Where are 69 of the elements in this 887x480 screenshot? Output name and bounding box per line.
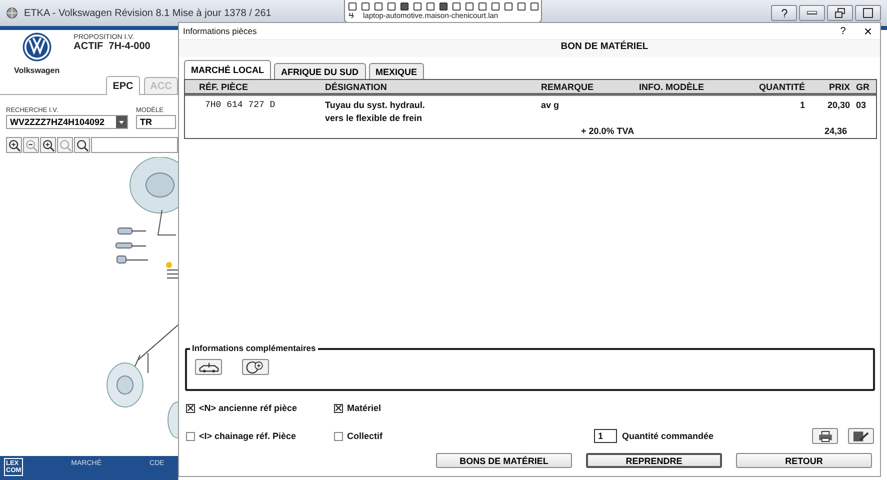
designation-cell-text: vers le flexible de frein xyxy=(325,112,424,125)
question-icon xyxy=(780,8,788,18)
quantity-label: Quantité commandée xyxy=(622,431,714,441)
tax-label: + 20.0% TVA xyxy=(580,125,636,138)
dialog-button[interactable]: RETOUR xyxy=(736,453,872,468)
market-tab[interactable]: AFRIQUE DU SUD xyxy=(274,63,366,79)
option-checkbox[interactable]: <N> ancienne réf pièce xyxy=(186,403,334,413)
checkbox[interactable] xyxy=(334,404,343,412)
maximize-button[interactable] xyxy=(855,5,881,21)
column-header: GR xyxy=(855,82,870,92)
dialog-heading: BON DE MATÉRIEL xyxy=(179,39,880,57)
checkbox[interactable] xyxy=(186,404,195,412)
zoom-out-icon xyxy=(24,138,38,152)
zoom-in-icon xyxy=(8,138,20,152)
designation-cell-text: Tuyau du syst. hydraul. xyxy=(325,99,426,112)
zoom-in-button[interactable] xyxy=(6,137,22,153)
column-header: DÉSIGNATION xyxy=(325,82,388,92)
restore-icon xyxy=(835,8,845,18)
car-info-button[interactable] xyxy=(195,359,222,375)
brand-name: Volkswagen xyxy=(14,66,60,75)
print-button[interactable] xyxy=(812,428,838,444)
column-header: PRIX xyxy=(828,82,850,92)
magnifier-icon xyxy=(76,138,88,152)
option-checkbox[interactable]: Collectif xyxy=(334,431,594,441)
zoom-window-icon xyxy=(58,138,72,152)
printer-icon xyxy=(818,430,832,442)
price-cell-text: 20,30 xyxy=(826,99,850,112)
catalog-tab[interactable]: EPC xyxy=(106,76,140,95)
restore-button[interactable] xyxy=(827,5,853,21)
column-header: QUANTITÉ xyxy=(758,82,805,92)
option-checkbox[interactable]: <I> chainage réf. Pièce xyxy=(186,431,334,441)
tax-price-cell-text: 24,36 xyxy=(823,125,847,138)
vin-dropdown[interactable]: WV2ZZZ7HZ4H104092 xyxy=(6,115,128,129)
checkbox[interactable] xyxy=(334,432,343,440)
minimize-button[interactable] xyxy=(799,5,825,21)
close-button[interactable]: × xyxy=(860,24,876,38)
part-number-cell-text: 7H0 614 727 D xyxy=(204,99,276,112)
quantity-field[interactable]: 1 xyxy=(594,429,617,443)
quantity-cell-text: 1 xyxy=(798,99,805,112)
globe-icon xyxy=(6,7,18,19)
magnifier-button[interactable] xyxy=(74,137,90,153)
edit-button[interactable] xyxy=(848,428,874,444)
group-cell-text: 03 xyxy=(855,99,868,112)
dialog-title: Informations pièces xyxy=(183,26,257,36)
checkbox[interactable] xyxy=(186,432,195,440)
group-title: Informations complémentaires xyxy=(190,343,318,353)
remark-cell-text: av g xyxy=(541,99,560,112)
dropdown-arrow-icon xyxy=(116,116,127,128)
logo-icon xyxy=(22,32,52,62)
add-info-button[interactable] xyxy=(242,359,269,375)
zoom-fit-icon xyxy=(42,138,54,152)
help-button[interactable]: ? xyxy=(836,24,850,38)
proposition-value: ACTIF 7H-4-000 xyxy=(74,41,150,52)
zoom-fit-button[interactable] xyxy=(40,137,56,153)
column-header: INFO. MODÈLE xyxy=(639,82,705,92)
option-checkbox[interactable]: Matériel xyxy=(334,403,594,413)
dialog-button[interactable]: REPRENDRE xyxy=(586,453,722,468)
column-header: RÉF. PIÈCE xyxy=(198,82,250,92)
car-info-icon xyxy=(198,362,220,372)
market-tab[interactable]: MARCHÉ LOCAL xyxy=(184,60,271,79)
column-header: REMARQUE xyxy=(541,82,595,92)
pencil-note-icon xyxy=(853,430,869,442)
zoom-field[interactable] xyxy=(91,137,178,153)
minimize-icon xyxy=(807,11,817,15)
help-button[interactable] xyxy=(771,5,797,21)
window-title: ETKA - Volkswagen Révision 8.1 Mise à jour 1378 / 261 xyxy=(24,8,272,18)
model-dropdown[interactable]: TR xyxy=(136,115,176,129)
dialog-button[interactable]: BONS DE MATÉRIEL xyxy=(436,453,572,468)
market-tab[interactable]: MEXIQUE xyxy=(368,63,424,79)
